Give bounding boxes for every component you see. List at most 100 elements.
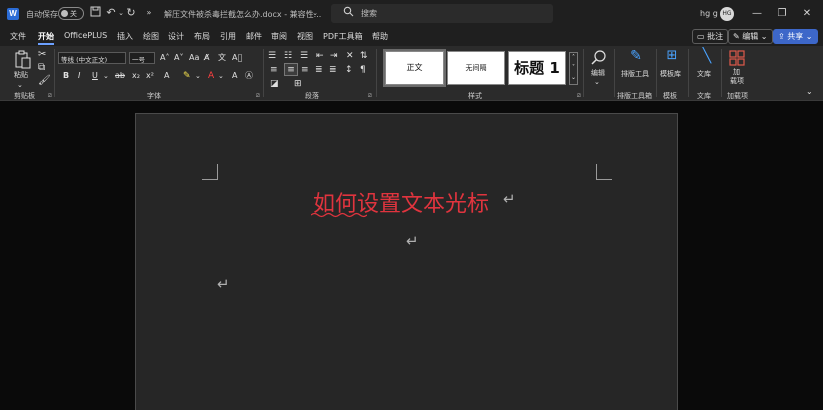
increase-indent-icon[interactable]: ⇥ bbox=[330, 50, 338, 62]
more-icon[interactable]: » bbox=[142, 6, 156, 20]
font-color-dropdown-icon[interactable]: ⌄ bbox=[218, 70, 224, 82]
style-heading-1[interactable]: 标题 1 bbox=[508, 51, 566, 85]
paragraph-mark: ↵ bbox=[406, 232, 419, 250]
change-case-icon[interactable]: Aa bbox=[189, 52, 199, 64]
separator bbox=[263, 49, 264, 97]
decrease-indent-icon[interactable]: ⇤ bbox=[316, 50, 324, 62]
superscript-icon[interactable]: x² bbox=[146, 70, 154, 82]
font-launcher-icon[interactable]: ⧄ bbox=[256, 92, 260, 100]
justify-icon[interactable]: ≣ bbox=[315, 64, 323, 76]
multilevel-list-icon[interactable]: ☰ bbox=[300, 50, 308, 62]
document-title: 解压文件被杀毒拦截怎么办.docx - 兼容性... bbox=[164, 10, 322, 19]
menu-pdf-toolbox[interactable]: PDF工具箱 bbox=[323, 31, 363, 42]
menu-design[interactable]: 设计 bbox=[168, 31, 184, 42]
title-dropdown-icon[interactable]: ⌄ bbox=[308, 6, 322, 20]
underline-icon[interactable]: U bbox=[92, 70, 98, 82]
autosave-toggle[interactable]: 关 bbox=[58, 7, 84, 20]
highlight-icon[interactable]: ✎ bbox=[183, 70, 191, 82]
close-icon[interactable]: ✕ bbox=[799, 6, 815, 22]
save-icon[interactable] bbox=[88, 6, 102, 20]
line-spacing-icon[interactable]: ↕ bbox=[345, 64, 353, 76]
minimize-icon[interactable]: — bbox=[749, 6, 765, 22]
phonetic-guide-icon[interactable]: 文 bbox=[218, 52, 226, 64]
underline-dropdown-icon[interactable]: ⌄ bbox=[103, 70, 109, 82]
clipboard-launcher-icon[interactable]: ⧄ bbox=[48, 92, 52, 100]
font-color-icon[interactable]: A bbox=[208, 70, 214, 82]
ribbon: 粘贴 ⌄ ✂ ⧉ 🖌 剪贴板 ⧄ 等线 (中文正文) 一号 A˄ A˅ Aa A… bbox=[0, 46, 823, 101]
bullets-icon[interactable]: ☰ bbox=[268, 50, 276, 62]
find-icon[interactable] bbox=[590, 49, 608, 67]
subscript-icon[interactable]: x₂ bbox=[132, 70, 140, 82]
enclose-characters-icon[interactable]: Ⓐ bbox=[245, 70, 253, 82]
menu-home[interactable]: 开始 bbox=[38, 31, 54, 45]
menu-review[interactable]: 审阅 bbox=[271, 31, 287, 42]
show-marks-icon[interactable]: ¶ bbox=[360, 64, 366, 76]
paste-dropdown-icon[interactable]: ⌄ bbox=[17, 79, 23, 91]
styles-launcher-icon[interactable]: ⧄ bbox=[577, 92, 581, 100]
borders-icon[interactable]: ⊞ bbox=[294, 78, 302, 90]
styles-scroll[interactable]: ˄ ˅ ⌄ bbox=[569, 52, 578, 85]
library-icon[interactable]: ╲ bbox=[698, 49, 716, 68]
paragraph-launcher-icon[interactable]: ⧄ bbox=[368, 92, 372, 100]
editing-dropdown-icon[interactable]: ⌄ bbox=[594, 76, 600, 88]
menu-references[interactable]: 引用 bbox=[220, 31, 236, 42]
style-no-spacing[interactable]: 无间隔 bbox=[447, 51, 505, 85]
paste-icon[interactable] bbox=[14, 50, 32, 70]
align-center-icon[interactable]: ≡ bbox=[284, 63, 298, 76]
layout-tool-icon[interactable]: ✎ bbox=[627, 49, 645, 68]
format-painter-icon[interactable]: 🖌 bbox=[38, 75, 51, 87]
menu-mailings[interactable]: 邮件 bbox=[246, 31, 262, 42]
shrink-font-icon[interactable]: A˅ bbox=[174, 52, 183, 64]
font-name-select[interactable]: 等线 (中文正文) bbox=[58, 52, 126, 64]
addin-icon[interactable] bbox=[729, 50, 745, 66]
redo-icon[interactable]: ↻ bbox=[124, 6, 138, 20]
user-name[interactable]: hg g bbox=[700, 9, 718, 18]
bold-icon[interactable]: B bbox=[63, 70, 69, 82]
sort-icon[interactable]: ⇅ bbox=[360, 50, 368, 62]
avatar[interactable]: HG bbox=[720, 7, 734, 21]
align-left-icon[interactable]: ≡ bbox=[270, 64, 278, 76]
document-page[interactable]: 如何设置文本光标 ↵ ↵ ↵ bbox=[135, 113, 678, 410]
clear-format-icon[interactable]: A̸ bbox=[204, 52, 209, 64]
search-box[interactable]: 搜索 bbox=[331, 4, 553, 23]
collapse-ribbon-icon[interactable]: ⌄ bbox=[806, 86, 813, 98]
library-label[interactable]: 文库 bbox=[697, 69, 711, 79]
share-icon: ⇪ bbox=[778, 32, 785, 41]
align-right-icon[interactable]: ≡ bbox=[301, 64, 309, 76]
italic-icon[interactable]: I bbox=[78, 70, 80, 82]
menu-help[interactable]: 帮助 bbox=[372, 31, 388, 42]
chinese-layout-icon[interactable]: ✕ bbox=[346, 50, 354, 62]
text-effects-icon[interactable]: A bbox=[164, 70, 169, 82]
strikethrough-icon[interactable]: ab bbox=[115, 70, 125, 82]
menu-insert[interactable]: 插入 bbox=[117, 31, 133, 42]
character-border-icon[interactable]: A⃞ bbox=[232, 52, 242, 64]
menu-view[interactable]: 视图 bbox=[297, 31, 313, 42]
addin-label-line2[interactable]: 载项 bbox=[730, 76, 744, 86]
menu-layout[interactable]: 布局 bbox=[194, 31, 210, 42]
cut-icon[interactable]: ✂ bbox=[38, 49, 46, 61]
margin-corner-top-left bbox=[202, 164, 218, 180]
share-button[interactable]: ⇪ 共享 ⌄ bbox=[773, 29, 818, 44]
template-library-icon[interactable]: ⊞ bbox=[663, 49, 681, 68]
menu-draw[interactable]: 绘图 bbox=[143, 31, 159, 42]
distributed-icon[interactable]: ≣ bbox=[329, 64, 337, 76]
menu-officeplus[interactable]: OfficePLUS bbox=[64, 31, 107, 40]
copy-icon[interactable]: ⧉ bbox=[38, 62, 45, 74]
highlight-dropdown-icon[interactable]: ⌄ bbox=[195, 70, 201, 82]
template-library-label[interactable]: 模板库 bbox=[660, 69, 681, 79]
document-area: 如何设置文本光标 ↵ ↵ ↵ bbox=[0, 101, 823, 410]
layout-tool-label[interactable]: 排版工具 bbox=[621, 69, 649, 79]
style-normal[interactable]: 正文 bbox=[383, 49, 446, 87]
shading-icon[interactable]: ◪ bbox=[270, 78, 279, 90]
addin-group-label: 加载项 bbox=[727, 92, 748, 100]
character-shading-icon[interactable]: A bbox=[232, 70, 237, 82]
word-logo-icon: W bbox=[7, 8, 19, 20]
edit-mode-button[interactable]: ✎ 编辑 ⌄ bbox=[728, 29, 773, 44]
numbering-icon[interactable]: ☷ bbox=[284, 50, 292, 62]
menu-file[interactable]: 文件 bbox=[10, 31, 26, 42]
comment-icon: ▭ bbox=[697, 32, 705, 41]
restore-icon[interactable]: ❐ bbox=[774, 6, 790, 22]
comment-button[interactable]: ▭ 批注 bbox=[692, 29, 729, 44]
grow-font-icon[interactable]: A˄ bbox=[160, 52, 169, 64]
font-size-select[interactable]: 一号 bbox=[129, 52, 155, 64]
